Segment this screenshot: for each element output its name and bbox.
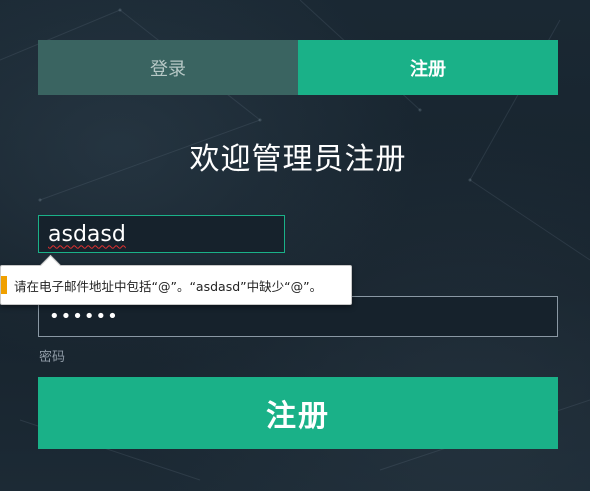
validation-message: 请在电子邮件地址中包括“@”。“asdasd”中缺少“@”。 [14, 278, 323, 294]
tab-register[interactable]: 注册 [298, 40, 558, 95]
email-field-value: asdasd [48, 221, 126, 247]
warning-icon [1, 276, 7, 294]
tab-login[interactable]: 登录 [38, 40, 298, 95]
email-field[interactable]: asdasd [38, 215, 285, 253]
password-field-value: •••••• [49, 306, 119, 327]
page-title: 欢迎管理员注册 [189, 142, 407, 177]
auth-tabs: 登录 注册 [38, 40, 558, 95]
register-button[interactable]: 注册 [38, 377, 558, 449]
password-label: 密码 [39, 350, 66, 365]
validation-tooltip: 请在电子邮件地址中包括“@”。“asdasd”中缺少“@”。 [0, 254, 352, 305]
